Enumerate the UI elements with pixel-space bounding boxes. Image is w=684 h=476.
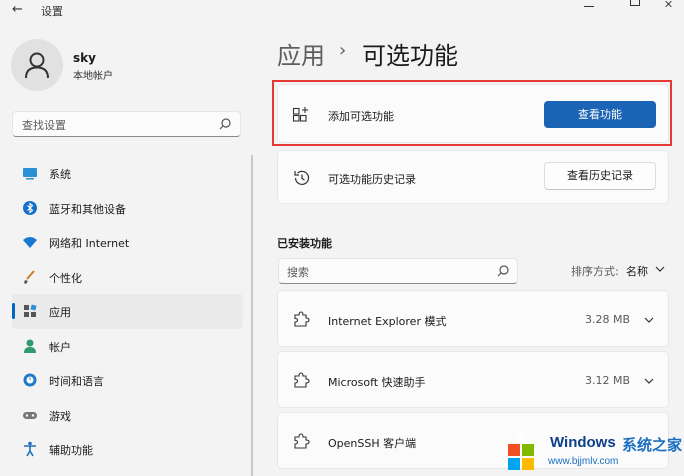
feature-row[interactable]: Internet Explorer 模式 3.28 MB [277,290,669,347]
sidebar-item-system[interactable]: 系统 [12,156,243,191]
sidebar-item-accessibility[interactable]: 辅助功能 [12,432,243,467]
avatar[interactable] [11,39,63,91]
page-title: 可选功能 [362,42,458,70]
sidebar-item-label: 游戏 [49,409,71,423]
sort-label: 排序方式: [571,265,619,278]
sidebar-item-label: 辅助功能 [49,444,93,457]
history-label: 可选功能历史记录 [328,173,416,186]
sidebar-item-label: 系统 [49,168,71,181]
window-title: 设置 [41,5,63,18]
feature-size: 3.28 MB [584,313,630,326]
sidebar-item-accounts[interactable]: 帐户 [12,329,243,364]
puzzle-icon [294,433,310,449]
breadcrumb-separator: › [339,40,347,61]
title-bar: ← 设置 [0,0,684,22]
back-arrow-icon[interactable]: ← [12,2,23,17]
settings-search-input[interactable]: 查找设置 [12,111,241,137]
chevron-down-icon[interactable] [643,314,655,326]
sidebar-item-network[interactable]: 网络和 Internet [12,225,243,260]
time-language-icon [23,373,37,387]
search-icon[interactable] [218,117,232,131]
network-icon [23,237,37,248]
sidebar-item-label: 时间和语言 [49,375,104,388]
watermark-cn: 系统之家 [622,436,683,454]
chevron-down-icon[interactable] [643,375,655,387]
close-icon[interactable] [664,0,684,10]
sidebar-item-label: 网络和 Internet [49,237,130,250]
search-placeholder: 查找设置 [22,119,66,132]
sidebar-item-personalization[interactable]: 个性化 [12,260,243,295]
gaming-icon [23,411,37,419]
system-icon [23,168,37,180]
watermark-brand: Windows [550,434,616,451]
account-icon [24,339,36,353]
user-name: sky [73,51,96,65]
feature-row[interactable]: Microsoft 快速助手 3.12 MB [277,351,669,408]
search-placeholder: 搜索 [287,266,309,279]
watermark-url: www.bjjmlv.com [548,456,619,467]
sidebar-item-bluetooth[interactable]: 蓝牙和其他设备 [12,191,243,226]
sidebar-item-label: 蓝牙和其他设备 [49,202,126,216]
brush-icon [24,269,35,284]
puzzle-icon [294,311,310,327]
accessibility-icon [24,441,36,457]
minimize-icon[interactable] [578,0,600,10]
apps-icon [24,304,37,317]
feature-size: 3.12 MB [584,374,630,387]
installed-section-title: 已安装功能 [277,237,332,250]
watermark: Windows 系统之家 www.bjjmlv.com [496,425,684,476]
sidebar-item-label: 帐户 [49,340,71,354]
sidebar-item-gaming[interactable]: 游戏 [12,398,243,433]
chevron-down-icon[interactable] [654,263,666,275]
sidebar-item-apps[interactable]: 应用 [12,294,243,329]
view-history-button[interactable]: 查看历史记录 [544,162,656,190]
search-icon[interactable] [496,264,510,278]
feature-name: OpenSSH 客户端 [328,437,417,450]
sidebar-item-label: 应用 [49,306,71,319]
breadcrumb-parent[interactable]: 应用 [277,36,325,71]
windows-logo-icon [502,431,540,470]
maximize-icon[interactable] [624,0,646,10]
sidebar-item-label: 个性化 [49,271,82,285]
sidebar-nav: 系统 蓝牙和其他设备 网络和 Internet 个性化 应用 帐户 时间和语言 … [12,156,243,467]
person-icon [25,52,49,79]
highlight-frame [272,80,672,146]
history-icon [294,170,310,185]
sidebar-divider [251,155,253,476]
account-type: 本地帐户 [73,71,113,82]
bluetooth-icon [23,200,37,215]
sort-dropdown[interactable]: 名称 [626,263,648,279]
sidebar-item-time-language[interactable]: 时间和语言 [12,363,243,398]
feature-name: Internet Explorer 模式 [328,315,447,328]
puzzle-icon [294,372,310,388]
feature-name: Microsoft 快速助手 [328,376,426,389]
feature-search-input[interactable]: 搜索 [278,258,518,284]
